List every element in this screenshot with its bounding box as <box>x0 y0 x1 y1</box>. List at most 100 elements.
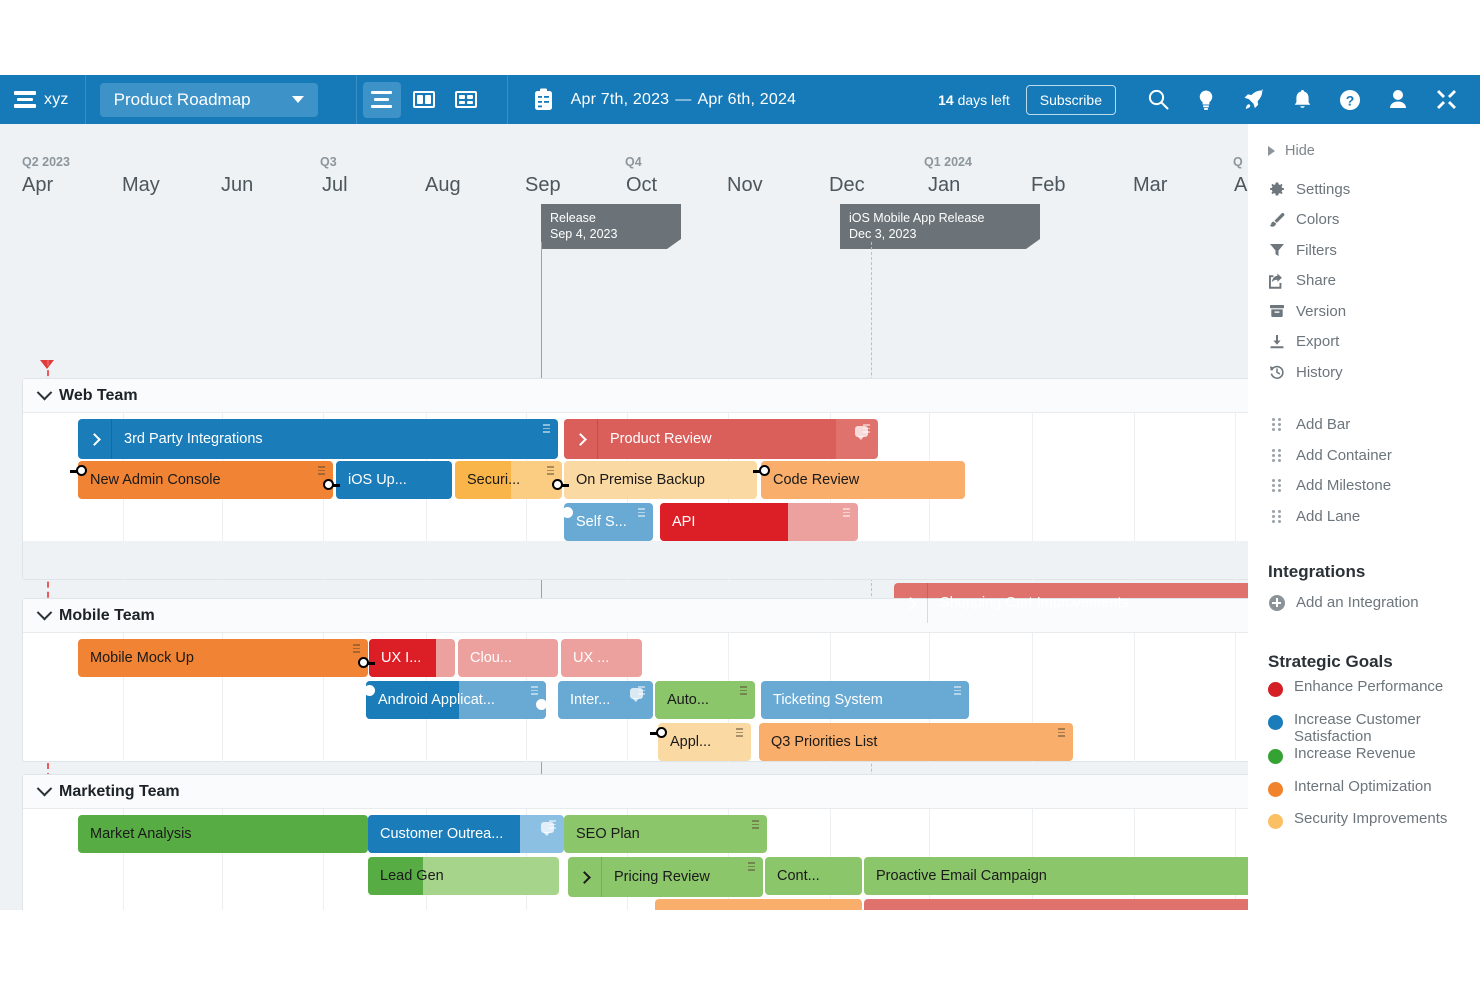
help-icon[interactable]: ? <box>1328 78 1372 122</box>
dependency-handle-left[interactable] <box>70 465 87 476</box>
bar-grip-handle[interactable] <box>843 508 850 519</box>
gantt-bar[interactable]: Analytics <box>655 899 862 910</box>
clipboard-button[interactable] <box>534 88 553 111</box>
lane-body[interactable]: Mobile Mock Up UX I... Clou... UX ... Androi… <box>23 633 1248 762</box>
panel-add-bar[interactable]: Add Bar <box>1248 410 1480 441</box>
chevron-down-icon[interactable] <box>36 384 53 401</box>
strategic-goal[interactable]: Enhance Performance <box>1248 678 1480 711</box>
gantt-bar[interactable]: Android Applicat... <box>366 681 546 719</box>
panel-add-lane[interactable]: Add Lane <box>1248 501 1480 532</box>
panel-item-version[interactable]: Version <box>1248 296 1480 327</box>
gantt-bar[interactable]: API <box>660 503 858 541</box>
strategic-goal[interactable]: Increase Customer Satisfaction <box>1248 711 1480 746</box>
bar-grip-handle[interactable] <box>638 508 645 519</box>
gantt-board[interactable]: Q2 2023 Q3 Q4 Q1 2024 Q Apr May Jun Jul Aug Sep Oct… <box>0 124 1248 910</box>
board-view-button[interactable] <box>405 82 443 118</box>
gantt-bar[interactable]: iOS Up... <box>336 461 452 499</box>
bell-icon[interactable] <box>1280 78 1324 122</box>
gantt-bar[interactable]: On Premise Backup <box>564 461 757 499</box>
milestone-flag[interactable]: Release Sep 4, 2023 <box>541 204 681 249</box>
gantt-bar[interactable]: Clou... <box>458 639 558 677</box>
gantt-bar[interactable]: Proactive Email Campaign <box>864 857 1248 895</box>
dependency-handle-left[interactable] <box>753 465 770 476</box>
panel-item-history[interactable]: History <box>1248 357 1480 388</box>
project-selector[interactable]: Product Roadmap <box>99 82 318 117</box>
lane-header[interactable]: Marketing Team <box>23 775 1248 809</box>
bar-grip-handle[interactable] <box>531 686 538 697</box>
panel-add-milestone[interactable]: Add Milestone <box>1248 471 1480 502</box>
dependency-handle-right[interactable] <box>358 657 375 668</box>
bar-grip-handle[interactable] <box>752 820 759 831</box>
gantt-bar[interactable]: Securi... <box>455 461 562 499</box>
strategic-goal[interactable]: Increase Revenue <box>1248 745 1480 778</box>
panel-item-export[interactable]: Export <box>1248 327 1480 358</box>
gantt-bar[interactable]: New Admin Console <box>78 461 333 499</box>
gantt-bar[interactable]: Pricing Review <box>568 857 763 897</box>
subscribe-button[interactable]: Subscribe <box>1025 84 1116 115</box>
dependency-handle-right[interactable] <box>323 479 340 490</box>
strategic-goal[interactable]: Security Improvements <box>1248 810 1480 843</box>
gantt-bar[interactable]: Performance Management <box>864 899 1248 910</box>
bar-grip-handle[interactable] <box>318 466 325 477</box>
grid-view-button[interactable] <box>447 82 485 118</box>
date-range[interactable]: Apr 7th, 2023 — Apr 6th, 2024 <box>571 91 797 109</box>
gantt-bar[interactable]: 3rd Party Integrations <box>78 419 558 459</box>
panel-item-filters[interactable]: Filters <box>1248 235 1480 266</box>
panel-item-share[interactable]: Share <box>1248 266 1480 297</box>
rocket-icon[interactable] <box>1232 78 1276 122</box>
dependency-handle-left[interactable] <box>556 507 573 518</box>
bar-grip-handle[interactable] <box>547 466 554 477</box>
gantt-bar[interactable]: Lead Gen <box>368 857 559 895</box>
chevron-down-icon[interactable] <box>36 780 53 797</box>
gantt-bar[interactable]: UX I... <box>369 639 455 677</box>
comment-icon[interactable] <box>630 688 643 702</box>
panel-item-colors[interactable]: Colors <box>1248 205 1480 236</box>
search-icon[interactable] <box>1136 78 1180 122</box>
gantt-bar[interactable]: Customer Outrea... <box>368 815 564 853</box>
drag-handle-icon[interactable] <box>1268 479 1285 493</box>
gantt-bar[interactable]: Product Review <box>564 419 878 459</box>
lane-body[interactable]: 3rd Party Integrations Product Review New … <box>23 413 1248 623</box>
gantt-bar[interactable]: Code Review <box>761 461 965 499</box>
comment-icon[interactable] <box>855 426 868 440</box>
gantt-bar[interactable]: Inter... <box>558 681 653 719</box>
panel-add-container[interactable]: Add Container <box>1248 440 1480 471</box>
expand-icon[interactable] <box>1424 78 1468 122</box>
gantt-bar[interactable]: Appl... <box>658 723 751 761</box>
lane-header[interactable]: Web Team <box>23 379 1248 413</box>
bar-grip-handle[interactable] <box>736 728 743 739</box>
bar-grip-handle[interactable] <box>353 644 360 655</box>
dependency-handle-right[interactable] <box>552 479 569 490</box>
lightbulb-icon[interactable] <box>1184 78 1228 122</box>
gantt-bar[interactable]: Cont... <box>765 857 862 895</box>
milestone-flag[interactable]: iOS Mobile App Release Dec 3, 2023 <box>840 204 1040 249</box>
chevron-down-icon[interactable] <box>36 604 53 621</box>
dependency-handle-left[interactable] <box>358 685 375 696</box>
bar-grip-handle[interactable] <box>740 686 747 697</box>
dependency-handle-right[interactable] <box>536 699 553 710</box>
comment-icon[interactable] <box>541 822 554 836</box>
expand-container-button[interactable] <box>78 419 112 459</box>
gantt-bar[interactable]: Self S... <box>564 503 653 541</box>
drag-handle-icon[interactable] <box>1268 448 1285 462</box>
gantt-bar[interactable]: UX ... <box>561 639 642 677</box>
list-view-button[interactable] <box>362 81 401 118</box>
hide-panel-button[interactable]: Hide <box>1248 124 1480 159</box>
bar-grip-handle[interactable] <box>748 862 755 873</box>
panel-item-settings[interactable]: Settings <box>1248 174 1480 205</box>
add-integration-button[interactable]: Add an Integration <box>1248 588 1480 619</box>
strategic-goal[interactable]: Internal Optimization <box>1248 778 1480 811</box>
app-logo[interactable]: xyz <box>0 75 85 124</box>
person-icon[interactable] <box>1376 78 1420 122</box>
gantt-bar[interactable]: Market Analysis <box>78 815 368 853</box>
expand-container-button[interactable] <box>568 857 602 897</box>
expand-container-button[interactable] <box>564 419 598 459</box>
gantt-bar[interactable]: Mobile Mock Up <box>78 639 368 677</box>
bar-grip-handle[interactable] <box>1058 728 1065 739</box>
gantt-bar[interactable]: Ticketing System <box>761 681 969 719</box>
drag-handle-icon[interactable] <box>1268 418 1285 432</box>
lane-body[interactable]: Market Analysis Customer Outrea... SEO Pla… <box>23 809 1248 910</box>
expand-container-button[interactable] <box>894 583 928 623</box>
dependency-handle-left[interactable] <box>650 727 667 738</box>
gantt-bar[interactable]: Q3 Priorities List <box>759 723 1073 761</box>
